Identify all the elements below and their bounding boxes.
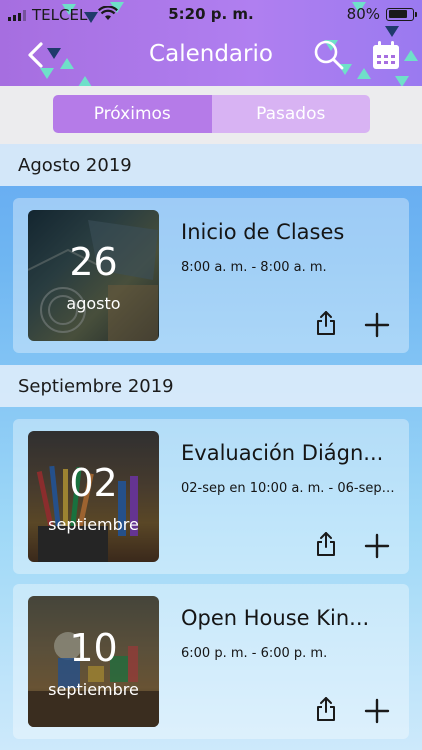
event-month: septiembre bbox=[48, 515, 139, 534]
battery-fill bbox=[388, 10, 407, 18]
event-card[interactable]: 26 agosto Inicio de Clases 8:00 a. m. - … bbox=[13, 198, 409, 353]
page-title: Calendario bbox=[149, 41, 273, 67]
event-time: 02-sep en 10:00 a. m. - 06-sep e... bbox=[181, 481, 396, 496]
share-icon[interactable] bbox=[315, 310, 337, 336]
event-day: 26 bbox=[69, 240, 118, 284]
tab-pasados[interactable]: Pasados bbox=[211, 95, 370, 133]
top-bar: TELCEL 5:20 p. m. 80% Calendario bbox=[0, 0, 422, 86]
event-title: Open House Kin... bbox=[181, 606, 370, 630]
event-card[interactable]: 10 septiembre Open House Kin... 6:00 p. … bbox=[13, 584, 409, 739]
add-icon[interactable] bbox=[364, 533, 390, 559]
event-time: 8:00 a. m. - 8:00 a. m. bbox=[181, 260, 327, 275]
event-thumbnail: 02 septiembre bbox=[28, 431, 159, 562]
event-time: 6:00 p. m. - 6:00 p. m. bbox=[181, 646, 328, 661]
segmented-control: Próximos Pasados bbox=[53, 95, 370, 133]
calendar-icon[interactable] bbox=[371, 39, 401, 71]
tab-proximos[interactable]: Próximos bbox=[53, 95, 212, 133]
tab-bar: Próximos Pasados bbox=[0, 86, 422, 144]
battery-indicator: 80% bbox=[346, 5, 417, 23]
event-day: 02 bbox=[69, 461, 118, 505]
nav-bar: Calendario bbox=[0, 28, 422, 86]
event-thumbnail: 10 septiembre bbox=[28, 596, 159, 727]
event-month: agosto bbox=[66, 294, 121, 313]
section-header: Agosto 2019 bbox=[0, 144, 422, 186]
share-icon[interactable] bbox=[315, 696, 337, 722]
status-bar: TELCEL 5:20 p. m. 80% bbox=[0, 0, 422, 28]
event-card[interactable]: 02 septiembre Evaluación Diágn... 02-sep… bbox=[13, 419, 409, 574]
event-day: 10 bbox=[69, 626, 118, 670]
event-month: septiembre bbox=[48, 680, 139, 699]
battery-percent: 80% bbox=[346, 5, 380, 23]
section-header: Septiembre 2019 bbox=[0, 365, 422, 407]
search-icon[interactable] bbox=[313, 39, 345, 71]
battery-icon bbox=[386, 7, 417, 21]
event-title: Inicio de Clases bbox=[181, 220, 345, 244]
share-icon[interactable] bbox=[315, 531, 337, 557]
add-icon[interactable] bbox=[364, 312, 390, 338]
add-icon[interactable] bbox=[364, 698, 390, 724]
event-thumbnail: 26 agosto bbox=[28, 210, 159, 341]
event-title: Evaluación Diágn... bbox=[181, 441, 384, 465]
